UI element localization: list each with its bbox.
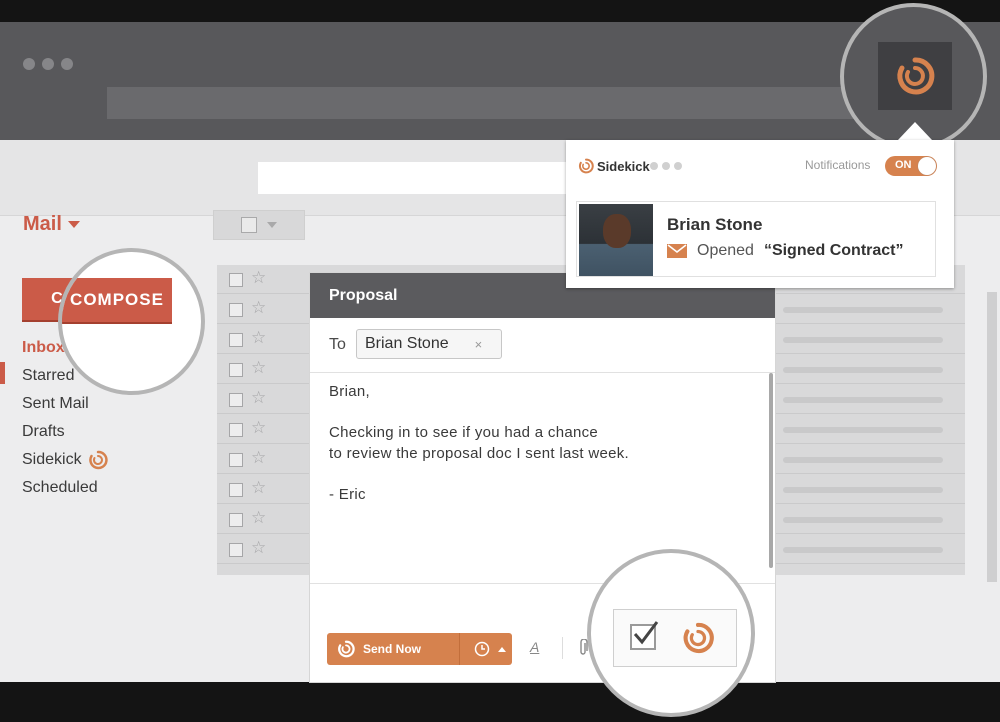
body-line-1: Checking in to see if you had a chance (329, 424, 599, 441)
recipient-name: Brian Stone (365, 335, 449, 352)
star-icon[interactable]: ☆ (251, 388, 266, 408)
sidekick-brand: Sidekick (578, 158, 650, 174)
recipient-chip[interactable]: Brian Stone × (356, 329, 502, 359)
checkbox[interactable] (229, 333, 243, 347)
notification-card[interactable]: Brian Stone Opened “Signed Contract” (576, 201, 936, 277)
envelope-icon (667, 244, 687, 258)
sidebar-item-sidekick[interactable]: Sidekick (22, 446, 108, 474)
snippet-placeholder (783, 307, 943, 313)
star-icon[interactable]: ☆ (251, 358, 266, 378)
schedule-send-toggle[interactable] (460, 641, 506, 657)
chevron-down-icon (267, 222, 277, 228)
checkbox[interactable] (229, 303, 243, 317)
checkbox[interactable] (229, 543, 243, 557)
body-greeting: Brian, (329, 383, 370, 400)
divider (562, 637, 563, 659)
star-icon[interactable]: ☆ (251, 418, 266, 438)
to-label: To (329, 336, 346, 353)
nav-active-marker (0, 362, 5, 384)
body-signature: - Eric (329, 486, 366, 503)
checkbox[interactable] (229, 453, 243, 467)
chevron-up-icon (498, 646, 506, 652)
sidebar-item-label: Sidekick (22, 451, 82, 468)
notifications-toggle[interactable]: ON (885, 156, 937, 176)
star-icon[interactable]: ☆ (251, 328, 266, 348)
checkbox[interactable] (229, 423, 243, 437)
checkbox[interactable] (229, 273, 243, 287)
sidebar-item-label: Scheduled (22, 479, 98, 496)
send-now-label: Send Now (363, 642, 422, 656)
toggle-knob (918, 157, 936, 175)
snippet-placeholder (783, 367, 943, 373)
select-all-dropdown[interactable] (213, 210, 305, 240)
sidekick-logo-icon[interactable] (680, 620, 716, 656)
sidekick-logo-icon (578, 158, 594, 174)
window-dot-minimize[interactable] (42, 58, 54, 70)
message-body[interactable]: Brian, Checking in to see if you had a c… (329, 381, 759, 525)
chevron-down-icon (67, 221, 80, 228)
snippet-placeholder (783, 337, 943, 343)
window-dot-close[interactable] (23, 58, 35, 70)
checkmark-icon (633, 621, 659, 645)
sidekick-logo-icon (338, 640, 355, 658)
snippet-placeholder (783, 487, 943, 493)
snippet-placeholder (783, 457, 943, 463)
star-icon[interactable]: ☆ (251, 538, 266, 558)
star-icon[interactable]: ☆ (251, 298, 266, 318)
checkbox[interactable] (229, 363, 243, 377)
snippet-placeholder (783, 517, 943, 523)
track-checkbox[interactable] (630, 621, 659, 650)
activity-subject: “Signed Contract” (763, 242, 904, 259)
mail-label: Mail (23, 213, 62, 235)
sidebar-item-label: Starred (22, 367, 75, 384)
contact-name: Brian Stone (667, 215, 763, 234)
clock-icon (474, 641, 490, 657)
star-icon[interactable]: ☆ (251, 448, 266, 468)
avatar (579, 204, 653, 276)
checkbox[interactable] (229, 513, 243, 527)
compose-zoom-callout: COMPOSE (58, 248, 205, 395)
sidekick-logo-icon (897, 57, 935, 95)
checkbox[interactable] (229, 393, 243, 407)
more-options-icon[interactable] (650, 162, 682, 170)
tracking-zoom-callout (587, 549, 755, 717)
sidekick-extension-button-zoomed[interactable] (878, 42, 952, 110)
close-icon[interactable]: × (475, 337, 483, 352)
notifications-label: Notifications (805, 158, 871, 172)
send-now-button[interactable]: Send Now (327, 633, 512, 665)
sidekick-logo-icon (88, 450, 108, 470)
popup-arrow (898, 122, 932, 140)
sidebar-item-scheduled[interactable]: Scheduled (22, 474, 108, 502)
sidebar-item-sent-mail[interactable]: Sent Mail (22, 390, 108, 418)
star-icon[interactable]: ☆ (251, 478, 266, 498)
activity-line: Opened “Signed Contract” (667, 242, 904, 260)
list-scrollbar[interactable] (987, 292, 997, 582)
compose-button-zoomed[interactable]: COMPOSE (62, 278, 172, 322)
snippet-placeholder (783, 427, 943, 433)
recipient-row[interactable]: To Brian Stone × (310, 318, 775, 373)
checkbox[interactable] (229, 483, 243, 497)
toggle-label: ON (895, 159, 912, 171)
compose-scrollbar[interactable] (769, 373, 773, 568)
snippet-placeholder (783, 397, 943, 403)
star-icon[interactable]: ☆ (251, 508, 266, 528)
brand-label: Sidekick (597, 158, 650, 174)
tracking-options (613, 609, 737, 667)
send-now-main[interactable]: Send Now (327, 633, 460, 665)
sidebar-item-label: Sent Mail (22, 395, 89, 412)
sidebar-item-drafts[interactable]: Drafts (22, 418, 108, 446)
sidebar-item-label: Inbox (22, 339, 65, 356)
text-format-icon[interactable]: A (530, 639, 539, 655)
sidekick-notification-popup: Sidekick Notifications ON Brian Stone Op… (566, 140, 954, 288)
activity-verb: Opened (697, 242, 754, 259)
snippet-placeholder (783, 547, 943, 553)
window-dot-maximize[interactable] (61, 58, 73, 70)
mail-title[interactable]: Mail (23, 213, 80, 236)
address-bar[interactable] (107, 87, 957, 119)
sidebar-item-label: Drafts (22, 423, 65, 440)
body-line-2: to review the proposal doc I sent last w… (329, 445, 630, 462)
star-icon[interactable]: ☆ (251, 268, 266, 288)
checkbox-icon (241, 217, 257, 233)
